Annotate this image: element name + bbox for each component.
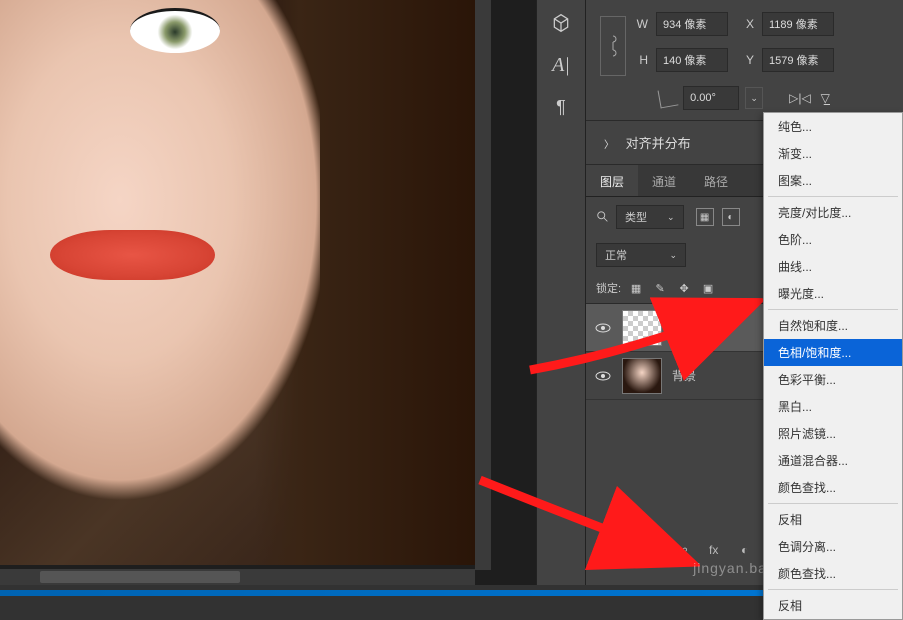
menu-color-balance[interactable]: 色彩平衡... bbox=[764, 366, 902, 393]
scrollbar-thumb[interactable] bbox=[40, 571, 240, 583]
menu-separator bbox=[768, 589, 898, 590]
menu-separator bbox=[768, 309, 898, 310]
tab-channels[interactable]: 通道 bbox=[638, 165, 690, 196]
angle-icon bbox=[658, 88, 679, 109]
menu-exposure[interactable]: 曝光度... bbox=[764, 280, 902, 307]
filter-pixel-icon[interactable]: ▦ bbox=[696, 208, 714, 226]
transform-section: W 934 像素 X 1189 像素 H 140 像素 Y 1579 像素 0.… bbox=[586, 0, 903, 121]
angle-input[interactable]: 0.00° bbox=[683, 86, 739, 110]
menu-invert-2[interactable]: 反相 bbox=[764, 592, 902, 619]
menu-invert[interactable]: 反相 bbox=[764, 506, 902, 533]
cube-3d-icon[interactable] bbox=[541, 4, 581, 42]
document-image[interactable] bbox=[0, 0, 475, 565]
menu-levels[interactable]: 色阶... bbox=[764, 226, 902, 253]
blend-mode-dropdown[interactable]: 正常⌄ bbox=[596, 243, 686, 267]
height-label: H bbox=[630, 53, 648, 67]
menu-separator bbox=[768, 196, 898, 197]
filter-kind-dropdown[interactable]: 类型⌄ bbox=[616, 205, 684, 229]
align-label: 对齐并分布 bbox=[626, 136, 691, 151]
filter-adjust-icon[interactable]: ◐ bbox=[722, 208, 740, 226]
canvas-area bbox=[0, 0, 536, 585]
width-label: W bbox=[630, 17, 648, 31]
link-wh-icon[interactable] bbox=[600, 16, 626, 76]
paragraph-icon[interactable]: ¶ bbox=[541, 88, 581, 126]
x-label: X bbox=[736, 17, 754, 31]
menu-brightness-contrast[interactable]: 亮度/对比度... bbox=[764, 199, 902, 226]
height-input[interactable]: 140 像素 bbox=[656, 48, 728, 72]
mask-icon[interactable]: ◐ bbox=[741, 543, 759, 561]
scrollbar-horizontal[interactable] bbox=[0, 569, 475, 585]
fx-icon[interactable]: fx bbox=[709, 543, 727, 561]
tab-layers[interactable]: 图层 bbox=[586, 165, 638, 196]
flip-vertical-icon[interactable]: ▽̲ bbox=[821, 91, 830, 105]
y-label: Y bbox=[736, 53, 754, 67]
menu-solid-color[interactable]: 纯色... bbox=[764, 113, 902, 140]
flip-horizontal-icon[interactable]: ▷|◁ bbox=[789, 91, 811, 105]
menu-separator bbox=[768, 503, 898, 504]
x-input[interactable]: 1189 像素 bbox=[762, 12, 834, 36]
width-input[interactable]: 934 像素 bbox=[656, 12, 728, 36]
adjustment-context-menu: 纯色... 渐变... 图案... 亮度/对比度... 色阶... 曲线... … bbox=[763, 112, 903, 620]
menu-channel-mixer[interactable]: 通道混合器... bbox=[764, 447, 902, 474]
menu-photo-filter[interactable]: 照片滤镜... bbox=[764, 420, 902, 447]
annotation-arrow bbox=[470, 460, 700, 580]
menu-black-white[interactable]: 黑白... bbox=[764, 393, 902, 420]
menu-curves[interactable]: 曲线... bbox=[764, 253, 902, 280]
type-character-icon[interactable]: A| bbox=[541, 46, 581, 84]
menu-color-lookup[interactable]: 颜色查找... bbox=[764, 474, 902, 501]
annotation-arrow bbox=[520, 290, 770, 390]
menu-vibrance[interactable]: 自然饱和度... bbox=[764, 312, 902, 339]
angle-dropdown[interactable]: ⌄ bbox=[745, 87, 763, 109]
menu-posterize[interactable]: 色调分离... bbox=[764, 533, 902, 560]
y-input[interactable]: 1579 像素 bbox=[762, 48, 834, 72]
menu-pattern[interactable]: 图案... bbox=[764, 167, 902, 194]
menu-hue-saturation[interactable]: 色相/饱和度... bbox=[764, 339, 902, 366]
menu-gradient[interactable]: 渐变... bbox=[764, 140, 902, 167]
search-icon bbox=[596, 210, 610, 224]
tab-paths[interactable]: 路径 bbox=[690, 165, 742, 196]
chevron-right-icon: 〉 bbox=[604, 140, 614, 151]
menu-color-lookup-2[interactable]: 颜色查找... bbox=[764, 560, 902, 587]
